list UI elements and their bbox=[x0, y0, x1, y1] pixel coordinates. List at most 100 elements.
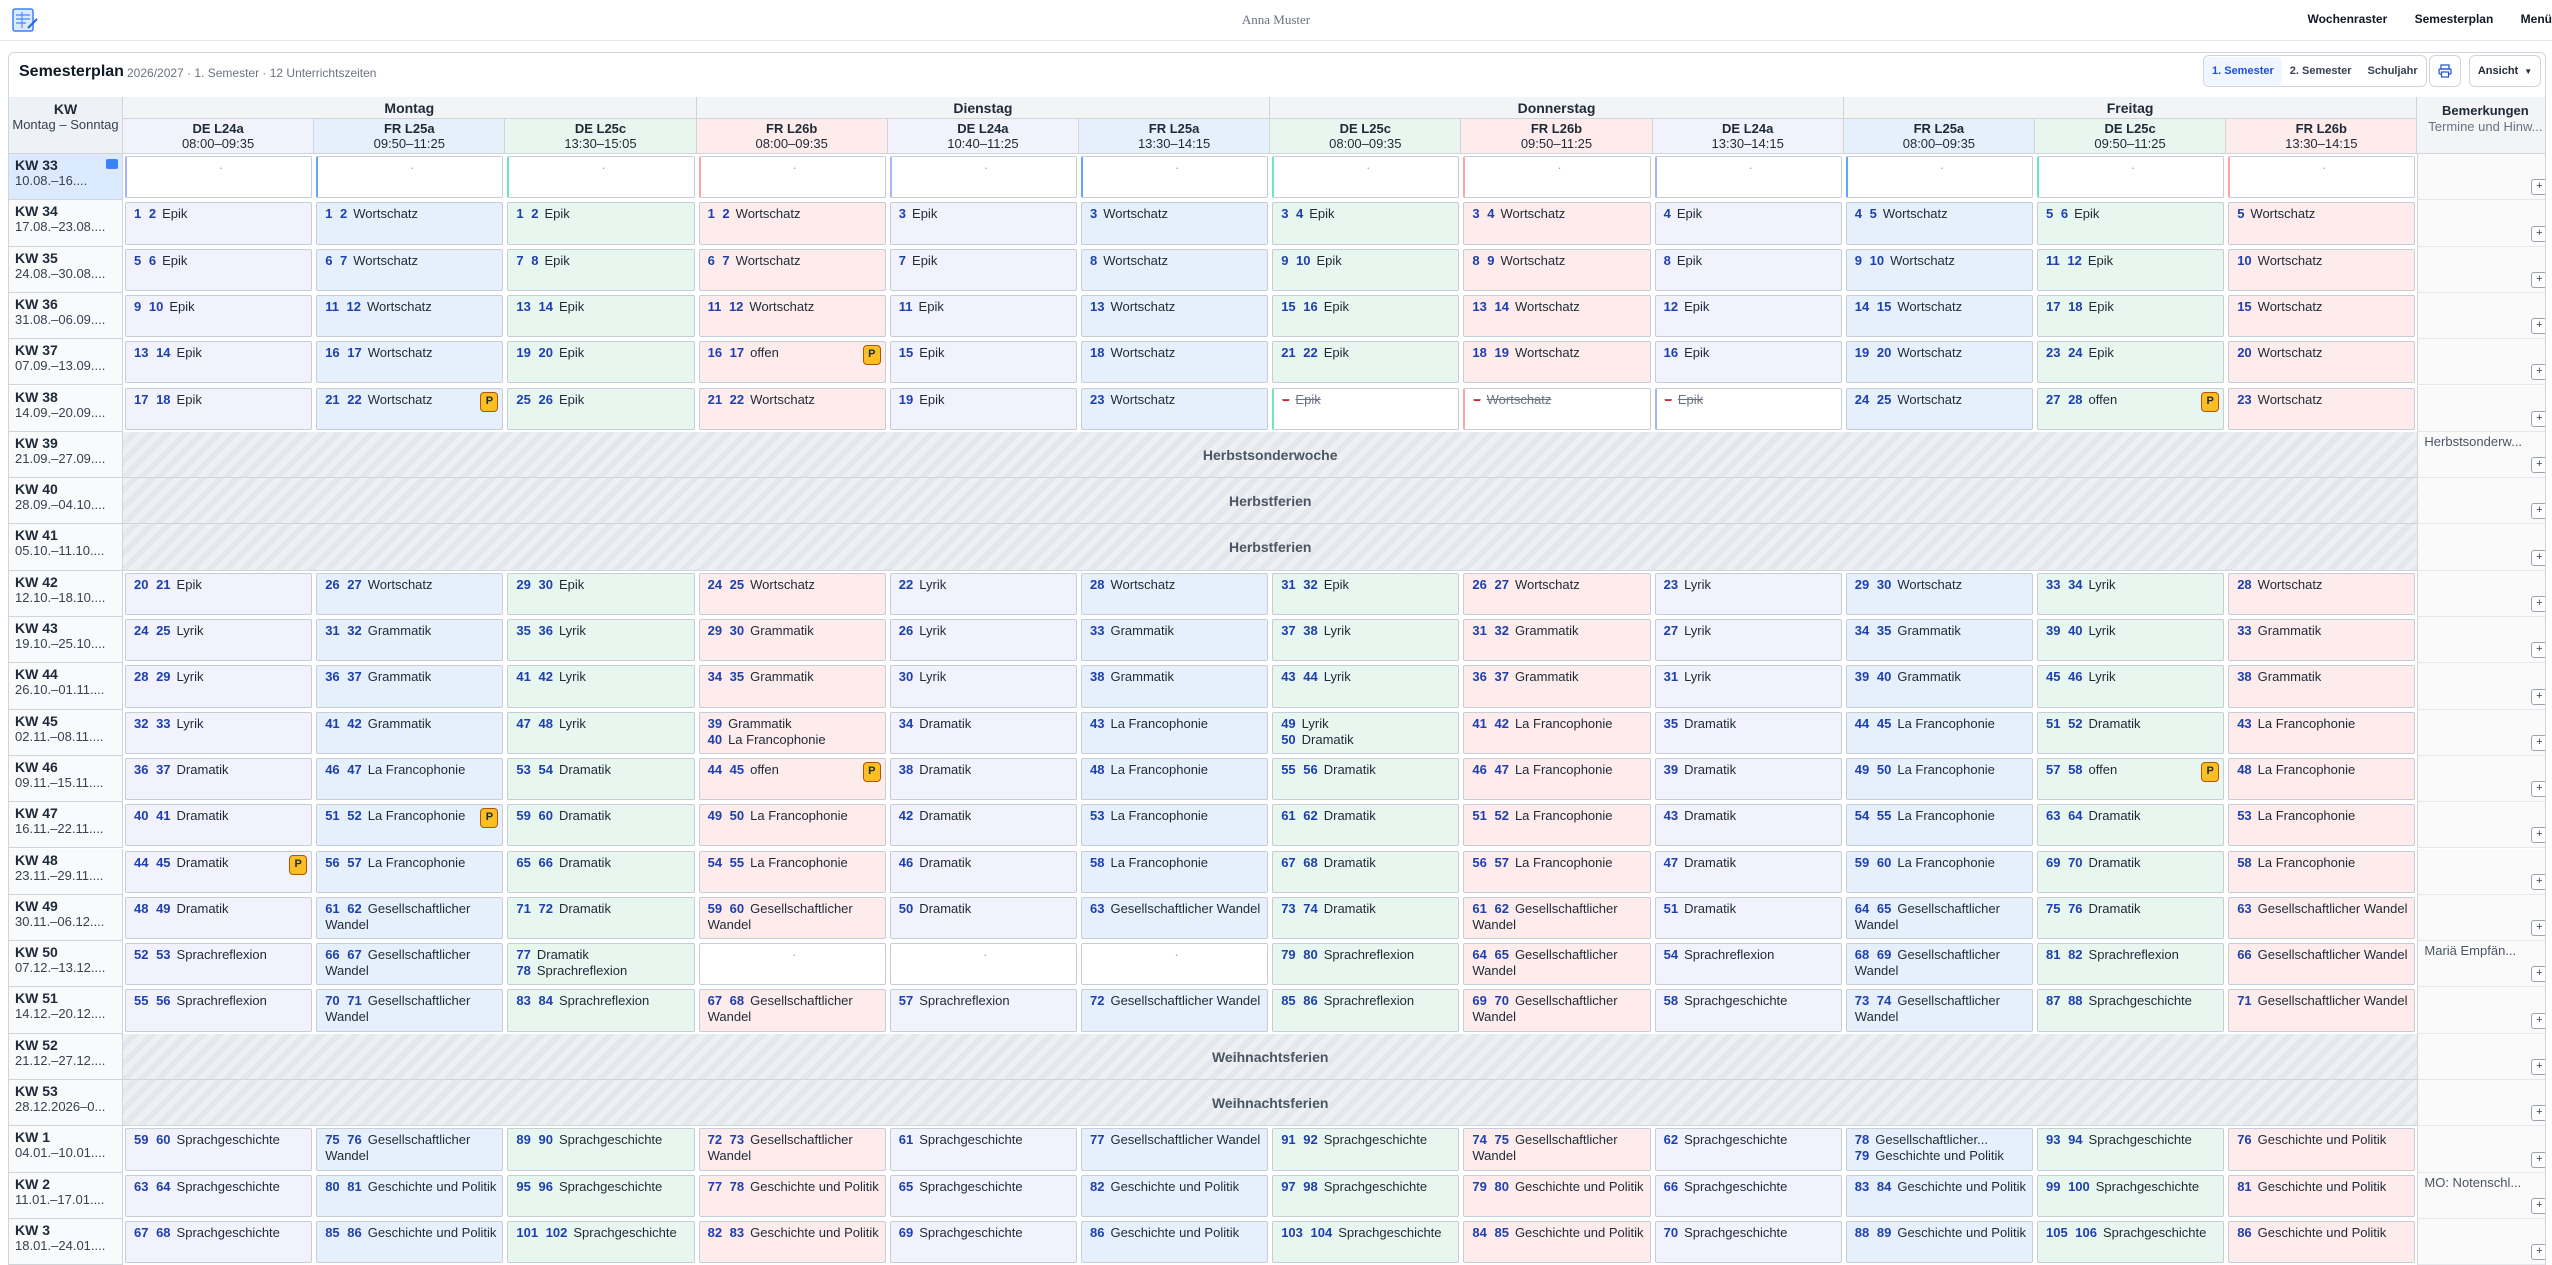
lesson-cell[interactable]: 55 56 Dramatik bbox=[1272, 757, 1460, 801]
lesson-cell[interactable]: 8 9 Wortschatz bbox=[1463, 248, 1651, 291]
lesson-cell[interactable]: 67 68 Sprachgeschichte bbox=[125, 1220, 313, 1264]
empty-lesson-slot[interactable]: · bbox=[1845, 156, 2033, 199]
lesson-cell[interactable]: 41 42 Lyrik bbox=[507, 665, 695, 708]
lesson-cell[interactable]: 16 Epik bbox=[1654, 341, 1842, 384]
lesson-cell[interactable]: 66 67 Gesellschaftlicher Wandel bbox=[316, 943, 504, 986]
lesson-cell[interactable]: 66 Sprachgeschichte bbox=[1654, 1174, 1842, 1217]
lesson-cell[interactable]: 9 10 Epik bbox=[1272, 248, 1460, 291]
add-remark-button[interactable]: + bbox=[2531, 1105, 2545, 1122]
lesson-cell[interactable]: 36 37 Dramatik bbox=[125, 757, 313, 801]
lesson-cell[interactable]: 47 48 Lyrik bbox=[507, 711, 695, 754]
lesson-cell[interactable]: 11 Epik bbox=[889, 294, 1077, 338]
add-remark-button[interactable]: + bbox=[2531, 1151, 2545, 1168]
remarks-cell[interactable]: + bbox=[2417, 339, 2545, 386]
kw-row-label[interactable]: KW 51 14.12.–20.12.... bbox=[9, 987, 123, 1034]
lesson-cell[interactable]: 33 Grammatik bbox=[2228, 619, 2416, 662]
lesson-cell[interactable]: 28 Wortschatz bbox=[2228, 572, 2416, 615]
lesson-cell[interactable]: 58 La Francophonie bbox=[2228, 850, 2416, 893]
lesson-cell[interactable]: 55 56 Sprachreflexion bbox=[125, 989, 313, 1032]
add-remark-button[interactable]: + bbox=[2531, 503, 2545, 520]
lesson-cell[interactable]: 87 88 Sprachgeschichte bbox=[2037, 989, 2225, 1032]
add-remark-button[interactable]: + bbox=[2531, 642, 2545, 659]
lesson-cell[interactable]: 73 74 Dramatik bbox=[1272, 896, 1460, 940]
lesson-cell[interactable]: 7 Epik bbox=[889, 248, 1077, 291]
remarks-cell[interactable]: + bbox=[2417, 755, 2545, 803]
lesson-cell[interactable]: 67 68 Gesellschaftlicher Wandel bbox=[698, 989, 886, 1032]
lesson-cell[interactable]: 68 69 Gesellschaftlicher Wandel bbox=[1845, 943, 2033, 986]
lesson-cell[interactable]: 23 Wortschatz bbox=[1081, 387, 1269, 430]
lesson-cell[interactable]: 77 Gesellschaftlicher Wandel bbox=[1081, 1128, 1269, 1171]
lesson-cell[interactable]: 44 45 La Francophonie bbox=[1845, 711, 2033, 754]
lesson-cell[interactable]: – Epik bbox=[1272, 387, 1460, 430]
lesson-cell[interactable]: 65 Sprachgeschichte bbox=[889, 1174, 1077, 1217]
empty-lesson-slot[interactable]: · bbox=[1654, 156, 1842, 199]
empty-lesson-slot[interactable]: · bbox=[698, 156, 886, 199]
lesson-cell[interactable]: 91 92 Sprachgeschichte bbox=[1272, 1128, 1460, 1171]
remarks-cell[interactable]: + bbox=[2417, 1033, 2545, 1080]
lesson-cell[interactable]: 83 84 Geschichte und Politik bbox=[1845, 1174, 2033, 1217]
lesson-cell[interactable]: 4 Epik bbox=[1654, 202, 1842, 245]
lesson-cell[interactable]: 64 65 Gesellschaftlicher Wandel bbox=[1463, 943, 1651, 986]
kw-row-label[interactable]: KW 39 21.09.–27.09.... bbox=[9, 431, 123, 479]
lesson-cell[interactable]: 17 18 Epik bbox=[2037, 294, 2225, 338]
kw-row-label[interactable]: KW 48 23.11.–29.11.... bbox=[9, 848, 123, 895]
lesson-cell[interactable]: 79 80 Sprachreflexion bbox=[1272, 943, 1460, 986]
lesson-cell[interactable]: 49 50 La Francophonie bbox=[698, 804, 886, 847]
lesson-cell[interactable]: 38 Dramatik bbox=[889, 757, 1077, 801]
kw-row-label[interactable]: KW 52 21.12.–27.12.... bbox=[9, 1033, 123, 1080]
lesson-cell[interactable]: 4 5 Wortschatz bbox=[1845, 202, 2033, 245]
add-remark-button[interactable]: + bbox=[2531, 179, 2545, 196]
lesson-cell[interactable]: 53 La Francophonie bbox=[1081, 804, 1269, 847]
lesson-cell[interactable]: 52 53 Sprachreflexion bbox=[125, 943, 313, 986]
lesson-cell[interactable]: 31 32 Grammatik bbox=[316, 619, 504, 662]
lesson-cell[interactable]: 11 12 Epik bbox=[2037, 248, 2225, 291]
lesson-cell[interactable]: 103 104 Sprachgeschichte bbox=[1272, 1220, 1460, 1264]
lesson-cell[interactable]: 13 14 Epik bbox=[507, 294, 695, 338]
empty-lesson-slot[interactable]: · bbox=[1081, 943, 1269, 986]
lesson-cell[interactable]: 19 20 Wortschatz bbox=[1845, 341, 2033, 384]
lesson-cell[interactable]: 32 33 Lyrik bbox=[125, 711, 313, 754]
lesson-cell[interactable]: 48 La Francophonie bbox=[1081, 757, 1269, 801]
lesson-cell[interactable]: 51 52 La Francophonie bbox=[1463, 804, 1651, 847]
lesson-cell[interactable]: 44 45 offen P bbox=[698, 757, 886, 801]
lesson-cell[interactable]: 61 62 Gesellschaftlicher Wandel bbox=[1463, 896, 1651, 940]
kw-row-label[interactable]: KW 36 31.08.–06.09.... bbox=[9, 292, 123, 340]
lesson-cell[interactable]: 54 55 La Francophonie bbox=[1845, 804, 2033, 847]
lesson-cell[interactable]: 69 70 Gesellschaftlicher Wandel bbox=[1463, 989, 1651, 1032]
lesson-cell[interactable]: 5 6 Epik bbox=[125, 248, 313, 291]
lesson-cell[interactable]: 3 4 Epik bbox=[1272, 202, 1460, 245]
kw-row-label[interactable]: KW 53 28.12.2026–0... bbox=[9, 1080, 123, 1127]
lesson-cell[interactable]: 23 Wortschatz bbox=[2228, 387, 2416, 430]
lesson-cell[interactable]: 57 Sprachreflexion bbox=[889, 989, 1077, 1032]
kw-row-label[interactable]: KW 46 09.11.–15.11.... bbox=[9, 755, 123, 803]
lesson-cell[interactable]: 40 41 Dramatik bbox=[125, 804, 313, 847]
remarks-cell[interactable]: Mariä Empfän... + bbox=[2417, 941, 2545, 988]
lesson-cell[interactable]: 85 86 Geschichte und Politik bbox=[316, 1220, 504, 1264]
lesson-cell[interactable]: 71 72 Dramatik bbox=[507, 896, 695, 940]
lesson-cell[interactable]: 33 Grammatik bbox=[1081, 619, 1269, 662]
lesson-cell[interactable]: 48 49 Dramatik bbox=[125, 896, 313, 940]
lesson-cell[interactable]: 37 38 Lyrik bbox=[1272, 619, 1460, 662]
kw-row-label[interactable]: KW 37 07.09.–13.09.... bbox=[9, 339, 123, 386]
lesson-cell[interactable]: 6 7 Wortschatz bbox=[698, 248, 886, 291]
add-remark-button[interactable]: + bbox=[2531, 225, 2545, 242]
empty-lesson-slot[interactable]: · bbox=[507, 156, 695, 199]
lesson-cell[interactable]: 51 Dramatik bbox=[1654, 896, 1842, 940]
lesson-cell[interactable]: 1 2 Epik bbox=[507, 202, 695, 245]
lesson-cell[interactable]: 39 Grammatik 40 La Francophonie bbox=[698, 711, 886, 754]
lesson-cell[interactable]: 59 60 Sprachgeschichte bbox=[125, 1128, 313, 1171]
remarks-cell[interactable]: + bbox=[2417, 385, 2545, 432]
lesson-cell[interactable]: 8 Wortschatz bbox=[1081, 248, 1269, 291]
lesson-cell[interactable]: 5 6 Epik bbox=[2037, 202, 2225, 245]
remarks-cell[interactable]: + bbox=[2417, 200, 2545, 247]
lesson-cell[interactable]: 30 Lyrik bbox=[889, 665, 1077, 708]
lesson-cell[interactable]: 75 76 Gesellschaftlicher Wandel bbox=[316, 1128, 504, 1171]
remarks-cell[interactable]: + bbox=[2417, 1080, 2545, 1127]
lesson-cell[interactable]: 81 Geschichte und Politik bbox=[2228, 1174, 2416, 1217]
lesson-cell[interactable]: 84 85 Geschichte und Politik bbox=[1463, 1220, 1651, 1264]
lesson-cell[interactable]: 80 81 Geschichte und Politik bbox=[316, 1174, 504, 1217]
add-remark-button[interactable]: + bbox=[2531, 364, 2545, 381]
remarks-cell[interactable]: + bbox=[2417, 292, 2545, 340]
lesson-cell[interactable]: 12 Epik bbox=[1654, 294, 1842, 338]
lesson-cell[interactable]: 26 27 Wortschatz bbox=[316, 572, 504, 615]
